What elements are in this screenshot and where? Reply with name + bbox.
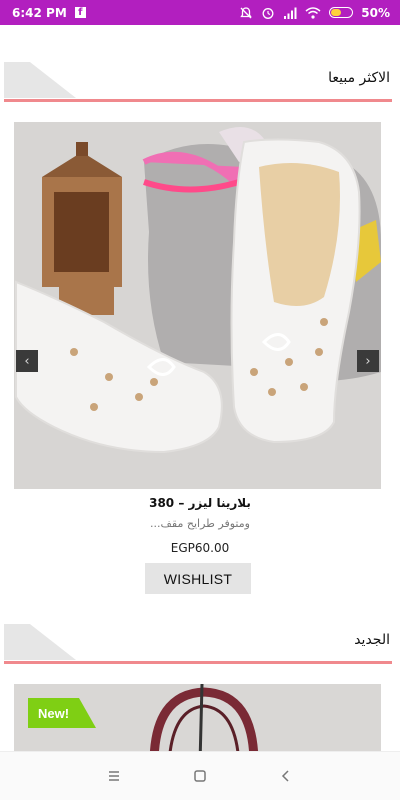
new-arrivals-header: الجديد: [4, 624, 392, 664]
page-content[interactable]: الاكثر مبيعا ‹ › بلارينا ليزر – 380 ومتو…: [0, 25, 400, 751]
alarm-icon: [261, 6, 275, 20]
new-product-image[interactable]: New!: [14, 684, 381, 751]
status-bar-right: 50%: [239, 6, 390, 20]
battery-level-fill: [331, 9, 342, 16]
menu-icon[interactable]: [107, 769, 121, 783]
facebook-notification-icon: f: [74, 7, 86, 18]
carousel-prev-button[interactable]: ‹: [16, 350, 38, 372]
product-image[interactable]: ‹ ›: [14, 122, 381, 489]
battery-percent: 50%: [361, 5, 390, 20]
carousel-next-button[interactable]: ›: [357, 350, 379, 372]
signal-icon: [283, 6, 297, 20]
new-arrivals-title: الجديد: [354, 632, 390, 648]
clock: 6:42 PM: [12, 5, 67, 20]
product-name[interactable]: بلارينا ليزر – 380: [0, 496, 400, 510]
section-header-decoration: [4, 624, 76, 660]
status-bar: 6:42 PM f 50%: [0, 0, 400, 25]
wifi-icon: [305, 6, 321, 20]
battery-icon: [329, 7, 354, 18]
mute-icon: [239, 6, 253, 20]
section-divider: [4, 661, 392, 664]
system-navigation-bar: [0, 751, 400, 800]
best-sellers-title: الاكثر مبيعا: [328, 70, 390, 86]
ballerina-shoes-photo: [14, 122, 381, 489]
best-sellers-header: الاكثر مبيعا: [4, 62, 392, 102]
wishlist-button[interactable]: WISHLIST: [145, 563, 251, 594]
back-icon[interactable]: [279, 769, 293, 783]
section-header-decoration: [4, 62, 76, 98]
section-divider: [4, 99, 392, 102]
status-bar-left: 6:42 PM f: [12, 6, 86, 20]
product-price: EGP60.00: [170, 541, 230, 555]
home-icon[interactable]: [193, 769, 207, 783]
product-description: ومتوفر طرايح مقف...: [150, 517, 250, 530]
